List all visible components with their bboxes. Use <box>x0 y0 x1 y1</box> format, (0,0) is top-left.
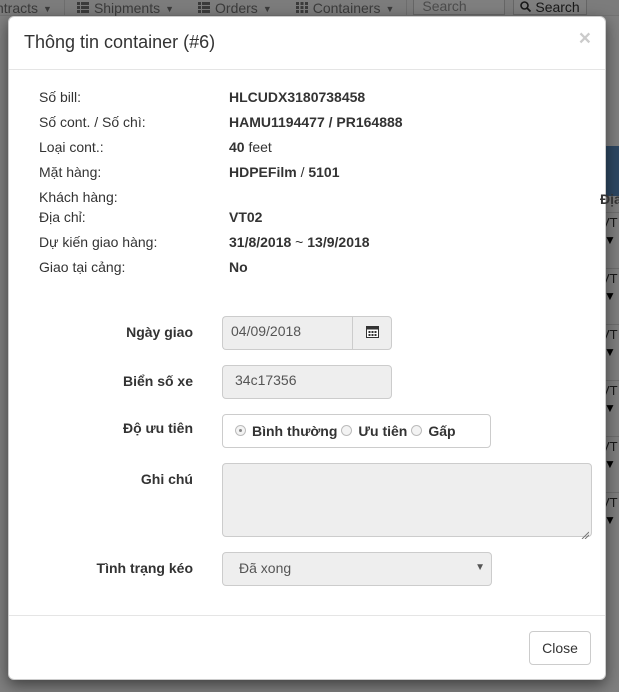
radio-checked-icon[interactable] <box>235 424 246 436</box>
delivery-date-input[interactable]: 04/09/2018 <box>222 316 352 350</box>
info-label: Mặt hàng: <box>39 164 102 180</box>
status-select[interactable]: Đã xong ▼ <box>222 552 492 586</box>
priority-option-label: Ưu tiên <box>358 423 408 439</box>
close-icon[interactable]: × <box>579 28 591 49</box>
info-label: Khách hàng: <box>39 189 118 205</box>
priority-option-normal[interactable]: Bình thường <box>235 423 337 439</box>
close-button[interactable]: Close <box>529 631 591 665</box>
calendar-button[interactable] <box>352 316 392 350</box>
modal-header: Thông tin container (#6) × <box>9 17 605 70</box>
info-value: HDPEFilm / 5101 <box>229 164 340 180</box>
info-row-port-delivery: Giao tại cảng: No <box>39 259 248 279</box>
info-row-container-type: Loại cont.: 40 feet <box>39 139 272 159</box>
delivery-date-group: 04/09/2018 <box>222 316 392 350</box>
info-row-container-seal: Số cont. / Số chì: HAMU1194477 / PR16488… <box>39 114 403 134</box>
status-label: Tình trạng kéo <box>96 560 193 576</box>
delivery-date-label: Ngày giao <box>126 324 193 340</box>
info-label: Loại cont.: <box>39 139 104 155</box>
info-label: Địa chỉ: <box>39 209 86 225</box>
info-label: Giao tại cảng: <box>39 259 126 275</box>
background-table-header-label: Địa <box>600 191 619 207</box>
info-value: 40 feet <box>229 139 272 155</box>
info-row-goods: Mặt hàng: HDPEFilm / 5101 <box>39 164 340 184</box>
priority-option-label: Gấp <box>428 423 456 439</box>
radio-unchecked-icon[interactable] <box>341 424 353 436</box>
info-value: VT02 <box>229 209 263 225</box>
info-row-address: Địa chỉ: VT02 <box>39 209 262 229</box>
status-select-value: Đã xong <box>239 560 292 576</box>
radio-unchecked-icon[interactable] <box>411 424 423 436</box>
priority-label: Độ ưu tiên <box>122 420 193 436</box>
info-row-expected-delivery: Dự kiến giao hàng: 31/8/2018 ~ 13/9/2018 <box>39 234 370 254</box>
info-label: Dự kiến giao hàng: <box>39 234 158 250</box>
resize-grip-icon[interactable] <box>581 526 590 540</box>
info-label: Số bill: <box>39 89 82 105</box>
modal-title: Thông tin container (#6) <box>24 32 216 52</box>
info-row-customer: Khách hàng: <box>39 189 229 209</box>
plate-input[interactable]: 34c17356 <box>222 365 392 399</box>
calendar-icon <box>365 325 379 341</box>
info-value: No <box>229 259 248 275</box>
info-label: Số cont. / Số chì: <box>39 114 146 130</box>
priority-option-label: Bình thường <box>252 423 338 439</box>
container-info-modal: Thông tin container (#6) × Số bill: HLCU… <box>8 16 606 680</box>
priority-option-urgent[interactable]: Gấp <box>411 423 456 439</box>
plate-label: Biển số xe <box>122 373 193 389</box>
priority-radio-group: Bình thường Ưu tiên Gấp <box>222 414 491 448</box>
info-row-bill: Số bill: HLCUDX3180738458 <box>39 89 365 109</box>
info-value: 31/8/2018 ~ 13/9/2018 <box>229 234 370 250</box>
priority-option-priority[interactable]: Ưu tiên <box>341 423 407 439</box>
select-arrow-icon: ▼ <box>475 562 485 573</box>
note-textarea[interactable] <box>222 463 592 540</box>
modal-footer: Close <box>9 615 605 679</box>
note-label: Ghi chú <box>140 471 193 487</box>
info-value: HAMU1194477 / PR164888 <box>229 114 403 130</box>
info-value: HLCUDX3180738458 <box>229 89 366 105</box>
